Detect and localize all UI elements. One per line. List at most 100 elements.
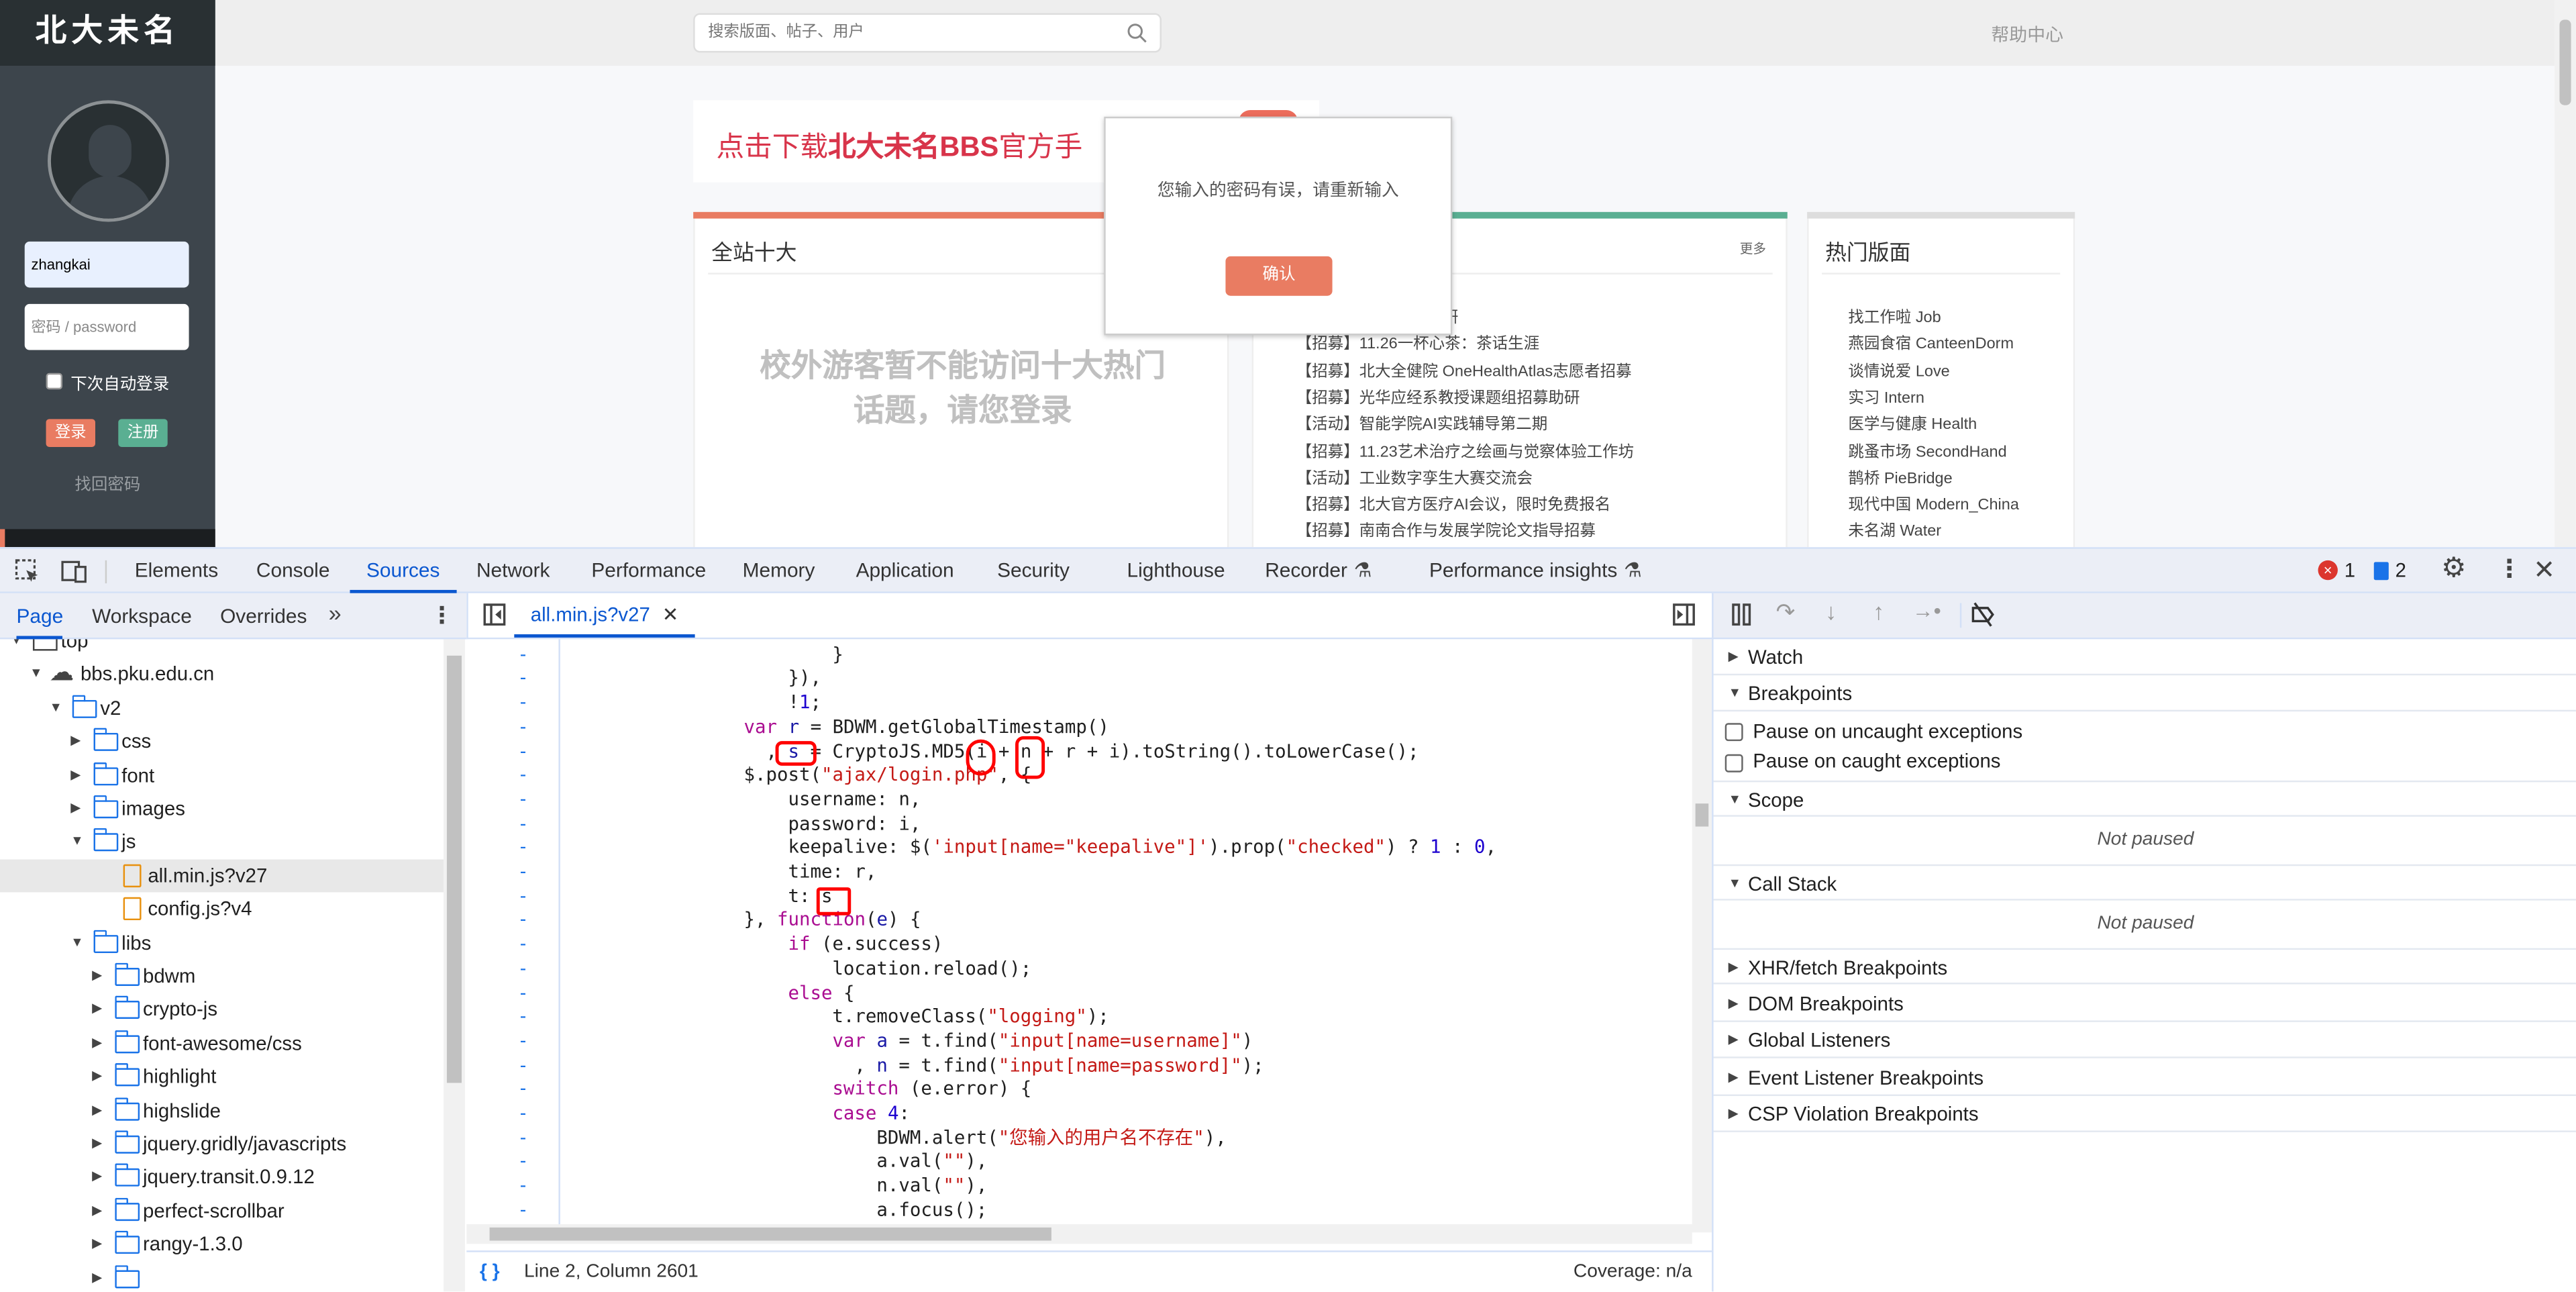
news-item[interactable]: 【招募】北大全健院 OneHealthAtlas志愿者招募 [1296, 358, 1632, 381]
code-vertical-scrollbar[interactable] [1692, 639, 1712, 1233]
auto-login-checkbox[interactable] [46, 372, 63, 390]
collapsed-arrow-icon[interactable]: ▶ [92, 1194, 102, 1227]
tree-item[interactable]: ▶ highslide [0, 1094, 444, 1127]
more-link[interactable]: 更多 [1740, 240, 1766, 258]
tree-item[interactable]: ▶ perfect-scrollbar [0, 1194, 444, 1227]
collapsed-arrow-icon[interactable]: ▶ [92, 1261, 102, 1291]
hot-board-item[interactable]: 找工作啦 Job [1848, 304, 1941, 327]
code-line[interactable]: - }), [466, 668, 1692, 692]
site-logo[interactable]: 北大未名 [0, 0, 215, 66]
tree-item[interactable]: ▶ font [0, 758, 444, 791]
hot-board-item[interactable]: 跳蚤市场 SecondHand [1848, 438, 2006, 461]
debugger-section[interactable]: ▶ CSP Violation Breakpoints [1713, 1097, 2576, 1133]
hot-board-item[interactable]: 实习 Intern [1848, 385, 1924, 407]
code-line[interactable]: - else { [466, 982, 1692, 1006]
code-line[interactable]: - password: i, [466, 813, 1692, 837]
more-tabs-icon[interactable]: » [329, 600, 342, 626]
navigator-tab-page[interactable]: Page [16, 593, 64, 640]
debugger-section[interactable]: ▶ Event Listener Breakpoints [1713, 1060, 2576, 1096]
step-over-icon[interactable]: ↷ [1776, 598, 1796, 626]
code-line[interactable]: - time: r, [466, 861, 1692, 885]
expanded-arrow-icon[interactable]: ▼ [30, 658, 42, 691]
search-icon[interactable] [1127, 23, 1147, 43]
error-count[interactable]: 1 [2345, 558, 2355, 581]
collapsed-arrow-icon[interactable]: ▶ [92, 1160, 102, 1193]
tree-item[interactable]: ▶ highlight [0, 1060, 444, 1093]
tab-performance-insights[interactable]: Performance insights ⚗ [1429, 549, 1642, 593]
news-item[interactable]: 【招募】光华应经系教授课题组招募助研 [1296, 385, 1580, 407]
collapsed-arrow-icon[interactable]: ▶ [92, 993, 102, 1026]
step-into-icon[interactable]: ↓ [1825, 598, 1837, 624]
watch-section[interactable]: ▶ Watch [1713, 639, 2576, 676]
toggle-navigator-icon[interactable] [483, 603, 506, 626]
message-icon[interactable] [2373, 562, 2389, 581]
settings-gear-icon[interactable]: ⚙ [2441, 552, 2466, 585]
error-icon[interactable]: × [2318, 560, 2338, 581]
collapsed-arrow-icon[interactable]: ▶ [92, 1228, 102, 1260]
hot-board-item[interactable]: 医学与健康 Health [1848, 411, 1977, 434]
collapsed-arrow-icon[interactable]: ▶ [70, 792, 81, 825]
call-stack-section[interactable]: ▼ Call Stack [1713, 864, 2576, 901]
code-line[interactable]: - t: s [466, 885, 1692, 909]
code-line[interactable]: - , n = t.find("input[name=password]"); [466, 1054, 1692, 1079]
debugger-section[interactable]: ▶ XHR/fetch Breakpoints [1713, 948, 2576, 985]
news-item[interactable]: 【招募】北大官方医疗AI会议，限时免费报名 [1296, 491, 1611, 515]
page-scrollbar[interactable] [2555, 0, 2576, 548]
expanded-arrow-icon[interactable]: ▼ [49, 691, 62, 724]
step-icon[interactable]: →• [1912, 598, 1941, 623]
tree-item[interactable]: ▶ crypto-js [0, 993, 444, 1026]
code-line[interactable]: - if (e.success) [466, 934, 1692, 958]
code-line[interactable]: - username: n, [466, 789, 1692, 813]
inspect-element-icon[interactable] [15, 558, 40, 583]
step-out-icon[interactable]: ↑ [1873, 598, 1884, 624]
tab-console[interactable]: Console [256, 549, 329, 593]
code-line[interactable]: - !1; [466, 692, 1692, 716]
code-line[interactable]: - } [466, 644, 1692, 668]
collapsed-arrow-icon[interactable]: ▶ [92, 960, 102, 993]
code-line[interactable]: - switch (e.error) { [466, 1079, 1692, 1103]
tab-network[interactable]: Network [476, 549, 550, 593]
news-item[interactable]: 【活动】工业数字孪生大赛交流会 [1296, 464, 1533, 488]
message-count[interactable]: 2 [2395, 558, 2406, 581]
tab-recorder[interactable]: Recorder ⚗ [1265, 549, 1372, 593]
hot-board-item[interactable]: 未名湖 Water [1848, 518, 1941, 542]
deactivate-breakpoints-icon[interactable] [1970, 601, 1996, 628]
tree-item[interactable]: ▶ rangy-1.3.0 [0, 1228, 444, 1260]
hot-board-item[interactable]: 鹊桥 PieBridge [1848, 464, 1952, 488]
pause-icon[interactable] [1730, 603, 1753, 626]
hot-board-item[interactable]: 谈情说爱 Love [1848, 358, 1949, 381]
tree-item[interactable]: config.js?v4 [0, 893, 444, 926]
tree-item[interactable]: ▼ ☁ bbs.pku.edu.cn [0, 658, 444, 691]
tab-sources[interactable]: Sources [350, 549, 456, 593]
help-center-link[interactable]: 帮助中心 [1991, 21, 2063, 48]
pause-uncaught-checkbox[interactable] [1724, 723, 1743, 742]
tab-lighthouse[interactable]: Lighthouse [1127, 549, 1225, 593]
hot-board-item[interactable]: 燕园食宿 CanteenDorm [1848, 331, 2014, 354]
tree-item[interactable]: ▼ js [0, 826, 444, 858]
tree-item[interactable]: ▼ top [0, 639, 444, 657]
tree-item[interactable]: ▶ images [0, 792, 444, 825]
close-tab-icon[interactable]: ✕ [662, 603, 679, 626]
code-horizontal-scrollbar[interactable] [466, 1224, 1692, 1244]
code-line[interactable]: - t.removeClass("logging"); [466, 1006, 1692, 1030]
login-button[interactable]: 登录 [46, 419, 96, 447]
code-line[interactable]: - }, function(e) { [466, 909, 1692, 934]
tree-item[interactable]: ▶ css [0, 725, 444, 758]
tree-item[interactable]: ▶ jquery.gridly/javascripts [0, 1128, 444, 1160]
debugger-section[interactable]: ▶ DOM Breakpoints [1713, 985, 2576, 1022]
file-tab[interactable]: all.min.js?v27 ✕ [514, 593, 695, 638]
tree-item[interactable]: ▶ bdwm [0, 960, 444, 993]
navigator-tab-workspace[interactable]: Workspace [92, 593, 192, 640]
more-options-icon[interactable]: ⋮ [2497, 554, 2522, 584]
collapsed-arrow-icon[interactable]: ▶ [92, 1027, 102, 1060]
forgot-password-link[interactable]: 找回密码 [0, 470, 215, 495]
code-line[interactable]: - a.focus(); [466, 1199, 1692, 1224]
tab-security[interactable]: Security [997, 549, 1070, 593]
close-devtools-icon[interactable]: ✕ [2533, 554, 2555, 587]
navigator-tab-overrides[interactable]: Overrides [220, 593, 307, 640]
password-input[interactable]: 密码 / password [24, 303, 189, 350]
tree-item[interactable]: ▶ jquery.transit.0.9.12 [0, 1160, 444, 1193]
tree-item[interactable]: all.min.js?v27 [0, 858, 444, 892]
news-item[interactable]: 【活动】智能学院AI实践辅导第二期 [1296, 411, 1548, 434]
news-item[interactable]: 【招募】南南合作与发展学院论文指导招募 [1296, 518, 1596, 542]
